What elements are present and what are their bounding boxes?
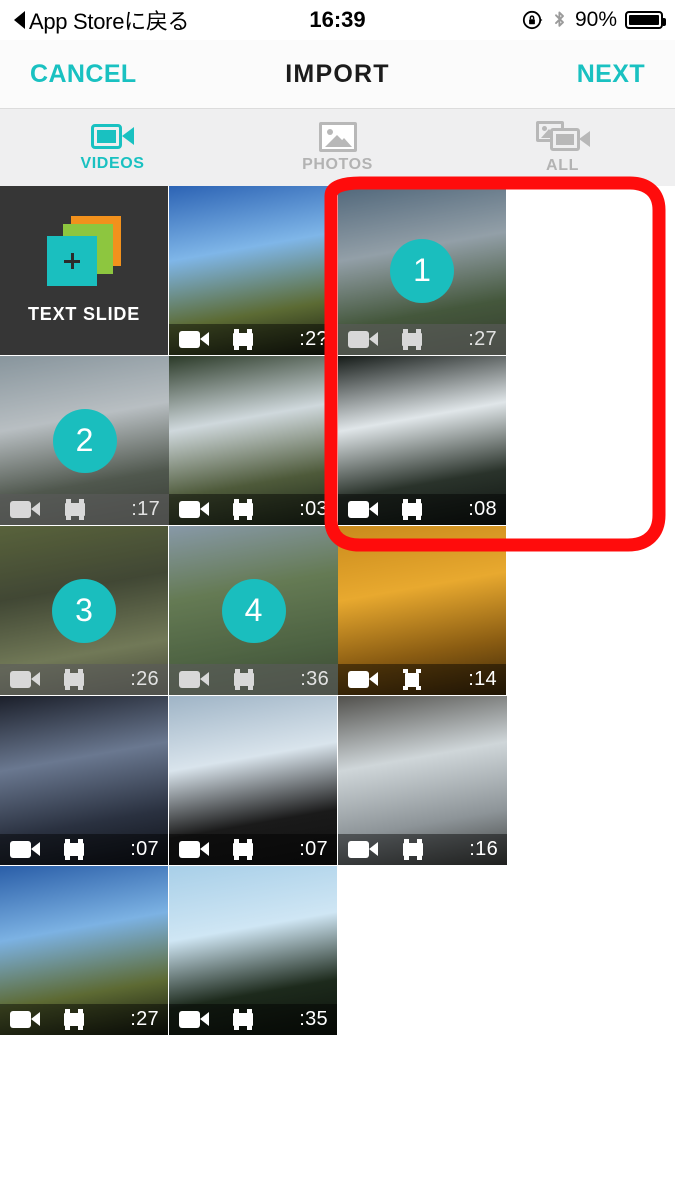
video-camera-icon — [10, 1011, 40, 1028]
square-frame-icon — [399, 669, 425, 690]
media-meta-bar: :16 — [338, 834, 507, 865]
tab-videos-label: VIDEOS — [80, 154, 145, 172]
tab-photos[interactable]: PHOTOS — [225, 109, 450, 186]
landscape-frame-icon — [231, 669, 257, 690]
duration-label: :35 — [299, 1008, 328, 1030]
media-tile[interactable]: :26 3 — [0, 526, 168, 695]
duration-label: :07 — [130, 838, 159, 860]
text-slide-label: TEXT SLIDE — [27, 304, 140, 324]
rotation-lock-icon — [522, 10, 543, 30]
media-meta-bar: :2? — [169, 324, 337, 355]
status-bar-right: 90% — [522, 0, 666, 40]
media-tile[interactable]: :27 1 — [338, 186, 506, 355]
media-meta-bar: :14 — [338, 664, 506, 695]
stacked-slides-plus-icon — [47, 216, 121, 286]
duration-label: :14 — [468, 668, 497, 690]
video-camera-icon — [179, 671, 209, 688]
duration-label: :07 — [299, 838, 328, 860]
video-camera-icon — [10, 671, 40, 688]
media-meta-bar: :07 — [169, 834, 337, 865]
app-screen: App Storeに戻る 16:39 90% CANCEL IMPORT NEX… — [0, 0, 675, 1200]
media-meta-bar: :36 — [169, 664, 338, 695]
video-camera-icon — [179, 1011, 209, 1028]
media-tile[interactable]: :03 — [169, 356, 337, 525]
tab-all[interactable]: ALL — [450, 109, 675, 186]
media-meta-bar: :27 — [338, 324, 506, 355]
landscape-frame-icon — [230, 329, 256, 350]
media-meta-bar: :27 — [0, 1004, 168, 1035]
landscape-frame-icon — [230, 1009, 256, 1030]
next-button[interactable]: NEXT — [577, 60, 645, 89]
photo-icon — [318, 121, 357, 152]
media-tile[interactable]: :27 — [0, 866, 168, 1035]
media-tile[interactable]: :36 4 — [169, 526, 338, 695]
video-camera-icon — [348, 331, 378, 348]
bluetooth-icon — [555, 11, 564, 27]
duration-label: :27 — [130, 1008, 159, 1030]
media-tile[interactable]: :14 — [338, 526, 506, 695]
media-meta-bar: :08 — [338, 494, 506, 525]
media-grid: TEXT SLIDE :2? :27 1 :17 2 :03 :08 :26 3 :36 4 :14:… — [0, 186, 675, 1036]
status-bar: App Storeに戻る 16:39 90% — [0, 0, 675, 40]
battery-percent: 90% — [574, 8, 617, 31]
duration-label: :26 — [130, 668, 159, 690]
landscape-frame-icon — [399, 499, 425, 520]
source-tab-bar: VIDEOS PHOTOS ALL — [0, 109, 675, 186]
duration-label: :36 — [300, 668, 329, 690]
tab-all-label: ALL — [546, 156, 579, 174]
duration-label: :08 — [468, 498, 497, 520]
video-camera-icon — [348, 501, 378, 518]
media-tile[interactable]: :08 — [338, 356, 506, 525]
battery-full-icon — [625, 11, 666, 29]
landscape-frame-icon — [399, 329, 425, 350]
tab-photos-label: PHOTOS — [302, 155, 373, 173]
navigation-bar: CANCEL IMPORT NEXT — [0, 40, 675, 109]
selection-order-badge: 3 — [52, 578, 116, 643]
tab-videos[interactable]: VIDEOS — [0, 109, 225, 186]
photo-and-video-icon — [535, 120, 590, 153]
media-meta-bar: :35 — [169, 1004, 337, 1035]
video-camera-icon — [179, 501, 209, 518]
video-camera-icon — [10, 501, 40, 518]
media-tile[interactable]: :17 2 — [0, 356, 169, 525]
landscape-frame-icon — [400, 839, 426, 860]
duration-label: :17 — [131, 498, 160, 520]
landscape-frame-icon — [61, 669, 87, 690]
media-meta-bar: :07 — [0, 834, 168, 865]
landscape-frame-icon — [61, 839, 87, 860]
duration-label: :03 — [299, 498, 328, 520]
landscape-frame-icon — [62, 499, 88, 520]
clock: 16:39 — [309, 7, 366, 32]
landscape-frame-icon — [230, 499, 256, 520]
video-camera-icon — [179, 841, 209, 858]
video-camera-icon — [90, 123, 135, 151]
duration-label: :27 — [468, 328, 497, 350]
duration-label: :2? — [299, 328, 328, 350]
media-tile[interactable]: :35 — [169, 866, 337, 1035]
media-tile[interactable]: :16 — [338, 696, 507, 865]
selection-order-badge: 1 — [390, 238, 454, 303]
media-meta-bar: :26 — [0, 664, 168, 695]
page-title: IMPORT — [285, 59, 390, 88]
media-tile[interactable]: :07 — [169, 696, 337, 865]
media-tile[interactable]: :07 — [0, 696, 168, 865]
video-camera-icon — [348, 841, 378, 858]
duration-label: :16 — [469, 838, 498, 860]
video-camera-icon — [10, 841, 40, 858]
selection-order-badge: 2 — [52, 408, 117, 473]
landscape-frame-icon — [230, 839, 256, 860]
media-meta-bar: :03 — [169, 494, 337, 525]
video-camera-icon — [179, 331, 209, 348]
media-meta-bar: :17 — [0, 494, 169, 525]
selection-order-badge: 4 — [221, 578, 286, 643]
text-slide-tile[interactable]: TEXT SLIDE — [0, 186, 168, 355]
landscape-frame-icon — [61, 1009, 87, 1030]
video-camera-icon — [348, 671, 378, 688]
media-tile[interactable]: :2? — [169, 186, 337, 355]
